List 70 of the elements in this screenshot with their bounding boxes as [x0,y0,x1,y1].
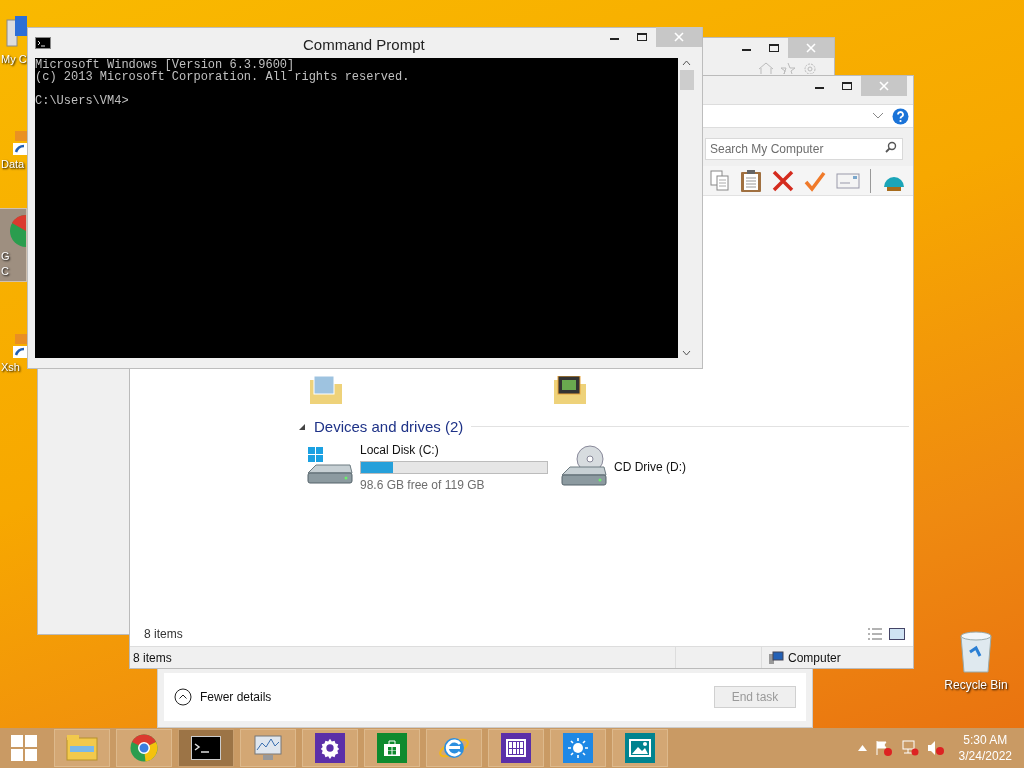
console-line: (c) 2013 Microsoft Corporation. All rights reserved. [35,71,411,83]
help-icon[interactable] [892,107,909,125]
shortcut-icon [13,334,27,358]
computer-icon [768,650,784,665]
expand-triangle-icon[interactable] [298,422,306,431]
icon-label: G [1,249,10,264]
tiles-view-icon[interactable] [889,628,905,640]
folder-icon [552,375,588,406]
window-title: Command Prompt [303,35,425,55]
folder-icon [66,734,98,762]
close-icon [674,32,684,42]
icon-label: Xsh [1,360,20,375]
scrollbar-thumb[interactable] [679,70,694,90]
terminal-icon [35,37,51,49]
drive-item[interactable]: CD Drive (D:) [560,444,802,490]
icon-label: C [1,264,9,279]
search-icon[interactable] [885,141,897,153]
store-icon [377,733,407,763]
clipboard-icon[interactable] [740,168,762,193]
drive-name: CD Drive (D:) [614,459,686,476]
icon-label: Data [1,157,25,172]
details-toggle[interactable]: Fewer details [174,688,272,706]
taskbar-button[interactable] [488,729,544,767]
cd-drive-icon [560,445,608,489]
chevron-down-icon[interactable] [872,112,884,120]
cross-icon[interactable] [772,169,794,192]
recycle-bin[interactable]: Recycle Bin [938,630,1014,694]
star-icon[interactable] [780,62,796,74]
status-item-count: 8 items [132,649,173,667]
details-view-icon[interactable] [867,628,883,640]
desktop-icon[interactable]: Xsh [0,330,27,377]
windows-logo-icon [11,735,37,761]
desktop-icon[interactable]: Data [0,127,27,174]
shortcut-icon [13,131,27,155]
hard-drive-icon [306,447,354,487]
desktop-icon[interactable]: G C [0,208,27,282]
clock[interactable]: 5:30 AM 3/24/2022 [958,732,1012,764]
taskbar-button[interactable] [178,729,234,767]
flag-error-icon[interactable] [874,740,893,756]
desktop-icon[interactable]: My C [0,10,27,69]
folder-icon [308,375,344,406]
computer-icon [5,14,27,50]
console-line: Microsoft Windows [Version 6.3.9600] [35,59,295,71]
group-heading[interactable]: Devices and drives (2) [314,415,464,438]
sun-icon [563,733,593,763]
settings-icon [315,733,345,763]
scroll-down-icon[interactable] [682,350,691,356]
drive-name: Local Disk (C:) [360,441,440,459]
trash-bin-icon [958,630,994,674]
item-count: 8 items [144,626,183,643]
chevron-up-icon [174,688,192,706]
icon-label: My C [1,52,27,67]
taskbar-button[interactable] [302,729,358,767]
scroll-up-icon[interactable] [682,60,691,66]
chart-monitor-icon [253,734,283,762]
network-error-icon[interactable] [900,740,919,756]
envelope-icon[interactable] [836,171,860,190]
search-field[interactable]: Search My Computer [705,138,903,160]
calculator-icon [501,733,531,763]
copy-icon[interactable] [710,169,730,192]
close-icon [879,81,889,91]
chevron-up-icon[interactable] [857,745,867,751]
speaker-muted-icon[interactable] [926,740,945,756]
checkmark-icon[interactable] [804,169,826,192]
close-icon [806,43,816,53]
picture-icon [625,733,655,763]
chrome-icon [129,733,159,763]
console-prompt: C:\Users\VM4> [35,95,130,107]
terminal-icon [191,736,221,760]
location-label: Computer [788,649,841,667]
